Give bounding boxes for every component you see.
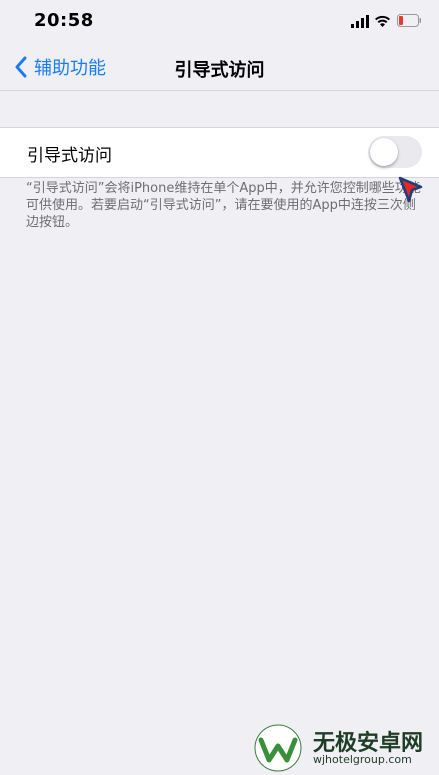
guided-access-row: 引导式访问	[0, 127, 439, 178]
toggle-knob	[370, 138, 398, 166]
status-bar: 20:58	[0, 0, 439, 44]
status-time: 20:58	[34, 10, 94, 31]
wifi-icon	[375, 15, 390, 27]
guided-access-label: 引导式访问	[27, 146, 112, 166]
guided-access-toggle[interactable]	[368, 136, 422, 168]
battery-low-icon	[397, 14, 421, 27]
navigation-bar: 辅助功能 引导式访问	[0, 44, 439, 91]
watermark: 无极安卓网 wjhotelgroup.com	[254, 722, 439, 775]
guided-access-description: “引导式访问”会将iPhone维持在单个App中，并允许您控制哪些功能可供使用。…	[26, 181, 421, 230]
page-title: 引导式访问	[174, 60, 265, 81]
mouse-pointer-icon	[398, 176, 423, 203]
watermark-logo-icon	[254, 724, 302, 772]
watermark-url: wjhotelgroup.com	[313, 753, 412, 766]
cellular-signal-icon	[351, 15, 369, 28]
